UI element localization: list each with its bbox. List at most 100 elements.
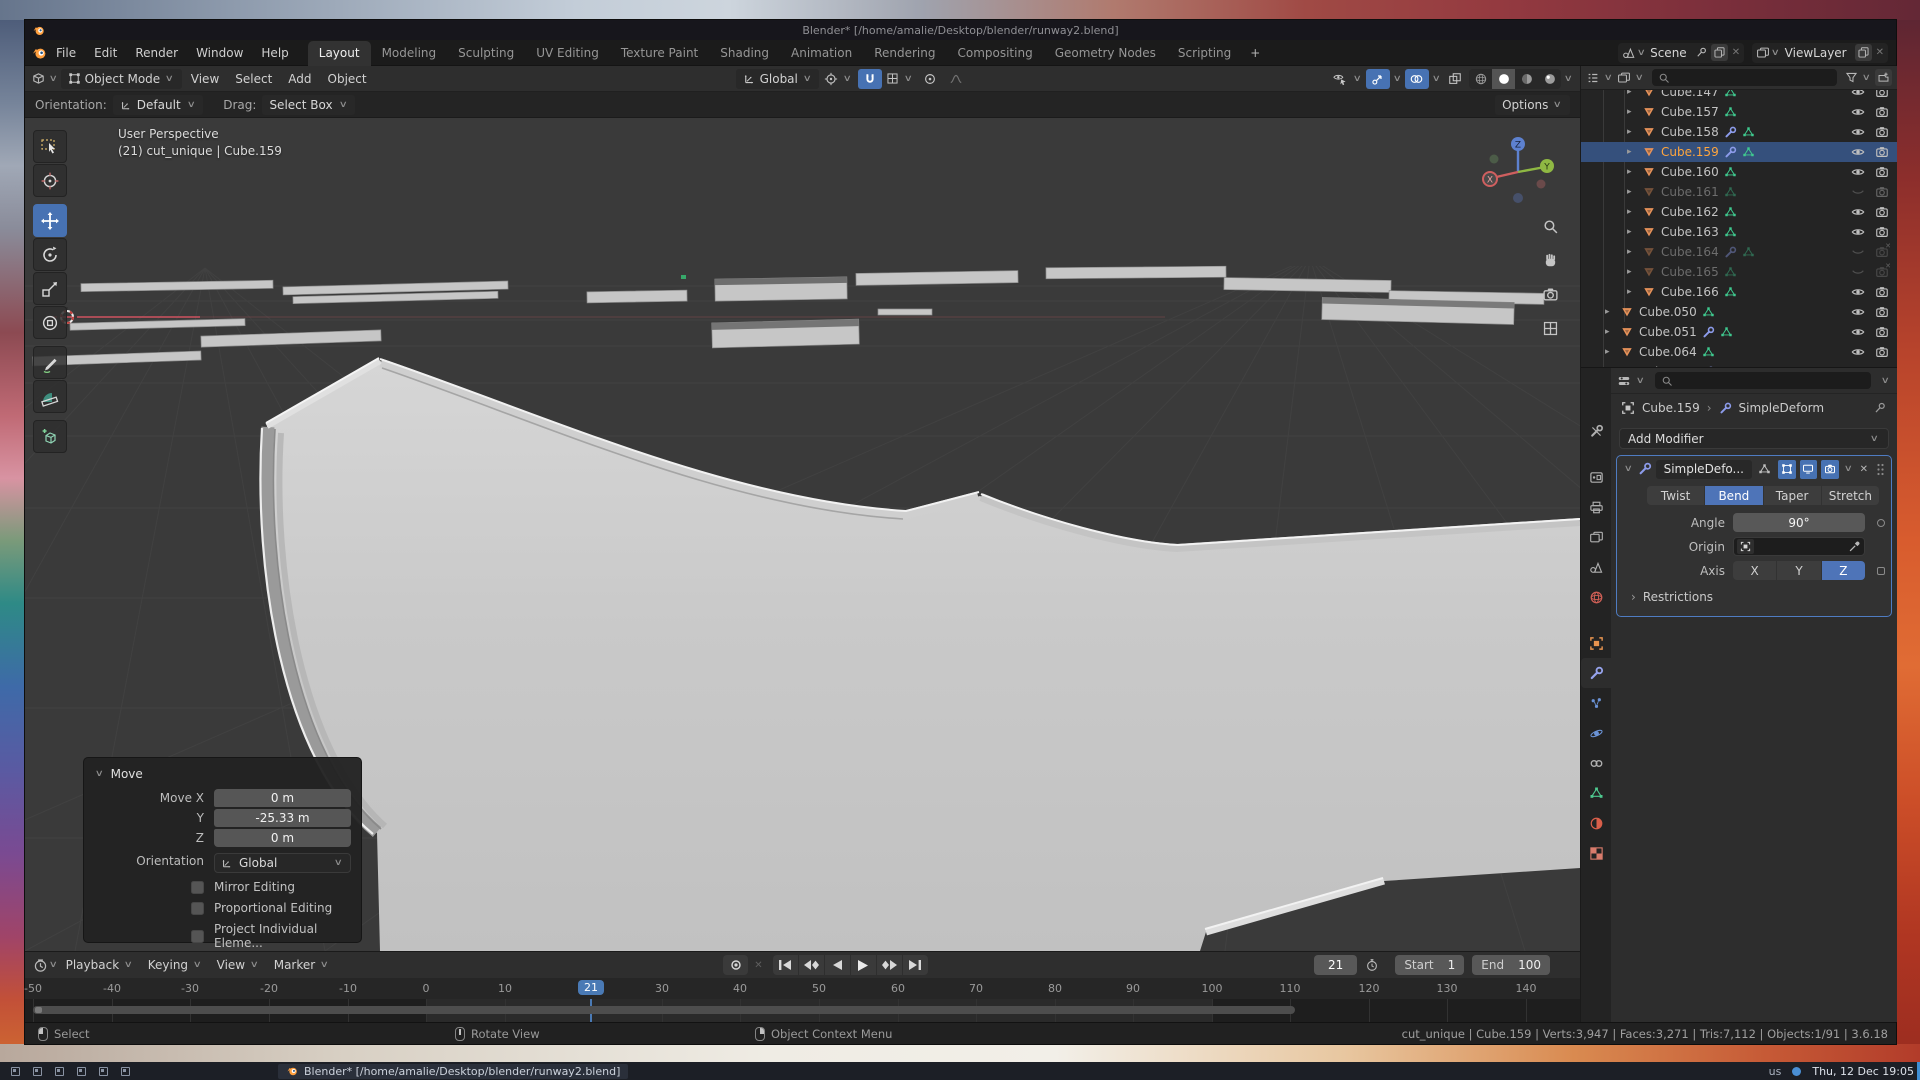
outliner-row[interactable]: ▸ Cube.159 ✕ <box>1581 142 1897 162</box>
timeline-strip[interactable] <box>25 999 1580 1022</box>
new-viewlayer-icon[interactable] <box>1855 44 1872 61</box>
taskbar-window-icon[interactable] <box>72 1065 90 1078</box>
properties-tab[interactable] <box>1581 552 1611 582</box>
properties-tab[interactable] <box>1581 492 1611 522</box>
topbar-menu[interactable]: Render <box>126 42 187 64</box>
deform-mode-button[interactable]: Taper <box>1764 486 1821 505</box>
drag-handle-icon[interactable] <box>1876 463 1885 476</box>
outliner-row[interactable]: ▸ Cube.163 ✕ <box>1581 222 1897 242</box>
unlink-scene-icon[interactable]: ✕ <box>1732 47 1740 58</box>
disclosure-triangle-icon[interactable]: ▸ <box>1605 347 1615 357</box>
orientation-dropdown[interactable]: Global ∨ <box>214 853 351 873</box>
properties-tab[interactable] <box>1581 628 1611 658</box>
properties-tab[interactable] <box>1581 718 1611 748</box>
keyboard-layout-indicator[interactable]: us <box>1769 1065 1782 1078</box>
move-y-field[interactable]: -25.33 m <box>214 809 351 827</box>
disclosure-triangle-icon[interactable]: ▸ <box>1605 327 1615 337</box>
show-on-cage-toggle[interactable] <box>1756 460 1774 479</box>
hide-eye-icon[interactable] <box>1851 345 1865 359</box>
object-name[interactable]: Cube.160 <box>1661 165 1719 179</box>
overlays-dropdown-icon[interactable]: ∨ <box>1429 74 1444 84</box>
render-camera-icon[interactable] <box>1875 285 1889 299</box>
properties-tab[interactable] <box>1581 582 1611 612</box>
disclosure-triangle-icon[interactable]: ▸ <box>1627 147 1637 157</box>
taskbar-task-blender[interactable]: Blender* [/home/amalie/Desktop/blender/r… <box>278 1064 628 1079</box>
move-x-field[interactable]: 0 m <box>214 789 351 807</box>
titlebar[interactable]: Blender* [/home/amalie/Desktop/blender/r… <box>25 20 1896 40</box>
render-camera-icon[interactable] <box>1875 365 1889 367</box>
viewlayer-selector[interactable]: ∨ ViewLayer ✕ <box>1752 43 1888 63</box>
timeline-scrollbar[interactable] <box>33 1006 1295 1014</box>
workspace-tab[interactable]: Modeling <box>371 41 448 66</box>
play-button[interactable] <box>851 955 876 975</box>
hide-eye-closed-icon[interactable] <box>1851 185 1865 199</box>
properties-tab[interactable] <box>1581 688 1611 718</box>
viewport-menu[interactable]: View <box>184 69 226 89</box>
disclosure-triangle-icon[interactable]: ▸ <box>1627 90 1637 97</box>
render-camera-icon[interactable] <box>1875 325 1889 339</box>
topbar-menu[interactable]: Edit <box>85 42 126 64</box>
auto-keying-button[interactable] <box>723 955 748 975</box>
breadcrumb-object[interactable]: Cube.159 <box>1642 401 1700 415</box>
editor-type-icon[interactable] <box>31 71 46 86</box>
next-keyframe-button[interactable] <box>877 955 902 975</box>
tool-measure[interactable] <box>33 380 67 413</box>
object-name[interactable]: Cube.065 <box>1639 365 1697 367</box>
outliner-row[interactable]: ▸ Cube.147 ✕ <box>1581 90 1897 102</box>
checkbox[interactable] <box>191 881 204 894</box>
properties-tab[interactable] <box>1581 522 1611 552</box>
outliner-row[interactable]: ▸ Cube.164 ✕ <box>1581 242 1897 262</box>
render-camera-icon[interactable] <box>1875 145 1889 159</box>
timeline-menu[interactable]: Playback ∨ <box>59 955 141 975</box>
start-frame-field[interactable]: Start 1 <box>1395 955 1464 975</box>
outliner-row[interactable]: ▸ Cube.050 ✕ <box>1581 302 1897 322</box>
disclosure-triangle-icon[interactable]: ▸ <box>1605 307 1615 317</box>
remove-viewlayer-icon[interactable]: ✕ <box>1876 47 1884 58</box>
object-name[interactable]: Cube.051 <box>1639 325 1697 339</box>
show-realtime-toggle[interactable] <box>1800 460 1818 479</box>
modifier-extras-icon[interactable]: ∨ <box>1841 464 1856 474</box>
workspace-tab[interactable]: Sculpting <box>447 41 525 66</box>
render-camera-icon[interactable] <box>1875 345 1889 359</box>
xray-toggle[interactable] <box>1443 69 1467 89</box>
checkbox[interactable] <box>191 902 204 915</box>
viewport-menu[interactable]: Object <box>321 69 374 89</box>
hide-eye-closed-icon[interactable] <box>1851 245 1865 259</box>
object-name[interactable]: Cube.165 <box>1661 265 1719 279</box>
shading-dropdown-icon[interactable]: ∨ <box>1561 74 1576 84</box>
proportional-editing-toggle[interactable] <box>918 69 942 89</box>
hide-eye-icon[interactable] <box>1851 165 1865 179</box>
workspace-tab[interactable]: Animation <box>780 41 863 66</box>
move-operator-panel[interactable]: ∨ Move Move X 0 m Y -25.33 m Z 0 m Orien… <box>83 757 362 943</box>
pin-icon[interactable] <box>1695 46 1708 59</box>
timeline-menu[interactable]: View ∨ <box>210 955 267 975</box>
outliner-row[interactable]: ▸ Cube.162 ✕ <box>1581 202 1897 222</box>
workspace-tab[interactable]: UV Editing <box>525 41 610 66</box>
properties-editor-icon[interactable] <box>1617 374 1631 388</box>
tool-select-box[interactable] <box>33 130 67 163</box>
render-camera-icon[interactable] <box>1875 105 1889 119</box>
properties-tab[interactable] <box>1581 748 1611 778</box>
viewport-menu[interactable]: Add <box>281 69 318 89</box>
topbar-menu[interactable]: Window <box>187 42 252 64</box>
jump-to-end-button[interactable] <box>903 955 928 975</box>
deform-mode-button[interactable]: Twist <box>1647 486 1704 505</box>
render-camera-icon[interactable] <box>1875 90 1889 99</box>
clock[interactable]: Thu, 12 Dec 19:05 <box>1812 1065 1914 1078</box>
object-name[interactable]: Cube.161 <box>1661 185 1719 199</box>
tray-network-icon[interactable] <box>1791 1066 1802 1077</box>
hide-eye-icon[interactable] <box>1851 285 1865 299</box>
shading-wireframe-button[interactable] <box>1469 69 1492 89</box>
disclosure-triangle-icon[interactable]: ▸ <box>1627 107 1637 117</box>
outliner-row[interactable]: ▸ Cube.064 ✕ <box>1581 342 1897 362</box>
checkbox[interactable] <box>191 930 204 943</box>
modifier-name-field[interactable]: SimpleDefo... <box>1656 460 1752 479</box>
object-visibility-dropdown[interactable]: ∨ <box>1330 69 1365 89</box>
scene-selector[interactable]: ∨ Scene ✕ <box>1618 43 1745 63</box>
properties-tab[interactable] <box>1581 808 1611 838</box>
new-collection-icon[interactable] <box>1875 69 1892 86</box>
hide-eye-closed-icon[interactable] <box>1851 265 1865 279</box>
snap-settings-dropdown[interactable]: ∨ <box>884 69 916 88</box>
deform-mode-button[interactable]: Stretch <box>1822 486 1879 505</box>
shading-solid-button[interactable] <box>1492 69 1515 89</box>
